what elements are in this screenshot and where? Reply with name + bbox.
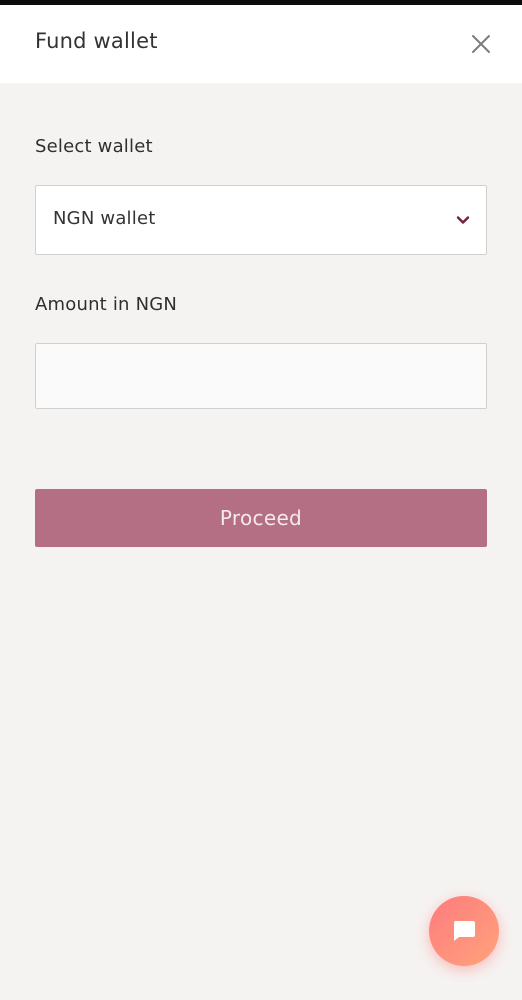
chat-bubble-icon [453,921,475,941]
wallet-select[interactable]: NGN wallet [35,185,487,255]
proceed-button[interactable]: Proceed [35,489,487,547]
close-button[interactable] [466,29,496,59]
modal-header: Fund wallet [0,5,522,83]
close-icon [472,35,490,53]
amount-input[interactable] [35,343,487,409]
chat-button[interactable] [429,896,499,966]
amount-label: Amount in NGN [35,294,178,315]
wallet-select-label: Select wallet [35,136,153,157]
page-title: Fund wallet [35,29,158,53]
chevron-down-icon [454,211,472,229]
wallet-select-value: NGN wallet [53,208,156,229]
